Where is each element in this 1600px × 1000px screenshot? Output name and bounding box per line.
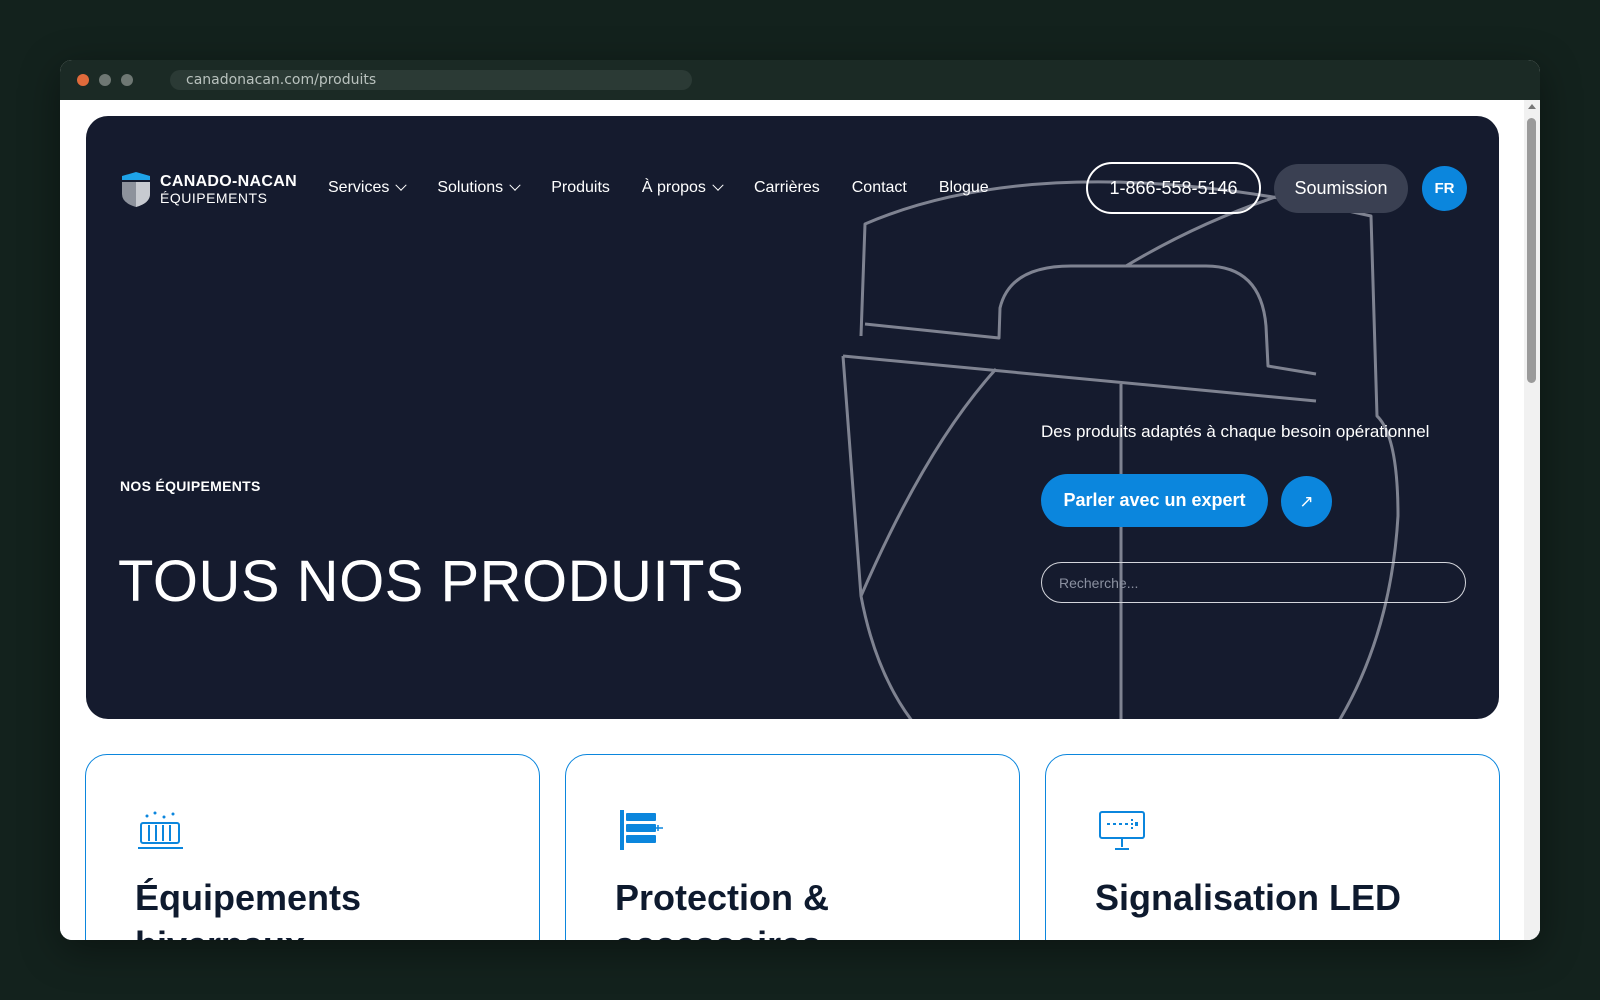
- talk-to-expert-button[interactable]: Parler avec un expert: [1041, 474, 1268, 527]
- page-scrollbar[interactable]: [1524, 100, 1540, 940]
- minimize-window-button[interactable]: [99, 74, 111, 86]
- nav-item-blogue[interactable]: Blogue: [939, 179, 989, 197]
- logo-name: CANADO-NACAN: [160, 173, 297, 190]
- nav-item-label: À propos: [641, 179, 706, 196]
- nav-item-solutions[interactable]: Solutions: [437, 179, 521, 197]
- nav-item-label: Services: [328, 179, 390, 196]
- product-category-card[interactable]: Protection & accessoires: [565, 754, 1020, 940]
- nav-item-label: Produits: [551, 179, 610, 196]
- search-input[interactable]: [1041, 562, 1466, 603]
- browser-titlebar: canadonacan.com/produits: [60, 60, 1540, 100]
- chevron-down-icon: [712, 179, 724, 191]
- scroll-up-icon[interactable]: [1528, 104, 1536, 109]
- nav-item-contact[interactable]: Contact: [852, 179, 907, 197]
- chevron-down-icon: [509, 179, 521, 191]
- snow-plow-icon: [138, 811, 183, 849]
- nav-item-services[interactable]: Services: [328, 179, 408, 197]
- nav-item-label: Carrières: [753, 179, 820, 196]
- barrier-icon: [620, 810, 663, 850]
- product-category-card[interactable]: Signalisation LED: [1045, 754, 1500, 940]
- page-title: TOUS NOS PRODUITS: [118, 549, 745, 614]
- led-sign-icon: [1099, 811, 1145, 850]
- nav-item-a-propos[interactable]: À propos: [641, 179, 724, 197]
- main-nav: Services Solutions Produits À propos Car…: [328, 176, 1021, 200]
- browser-window: canadonacan.com/produits CANADO-NACAN ÉQ…: [60, 60, 1540, 940]
- close-window-button[interactable]: [77, 74, 89, 86]
- nav-item-label: Contact: [851, 179, 907, 196]
- scrollbar-thumb[interactable]: [1527, 118, 1536, 383]
- arrow-up-right-icon[interactable]: ↗: [1281, 476, 1332, 527]
- nav-item-carrieres[interactable]: Carrières: [754, 179, 820, 197]
- shield-logo-icon: [122, 172, 150, 207]
- chevron-down-icon: [395, 179, 408, 191]
- language-button[interactable]: FR: [1422, 166, 1467, 211]
- nav-item-label: Solutions: [437, 179, 504, 196]
- product-category-card[interactable]: Équipements hivernaux: [85, 754, 540, 940]
- nav-item-label: Blogue: [938, 179, 989, 196]
- hero-tagline: Des produits adaptés à chaque besoin opé…: [1041, 422, 1430, 441]
- maximize-window-button[interactable]: [121, 74, 133, 86]
- site-logo[interactable]: CANADO-NACAN ÉQUIPEMENTS: [120, 170, 300, 208]
- hero-eyebrow: NOS ÉQUIPEMENTS: [120, 478, 261, 494]
- nav-item-produits[interactable]: Produits: [551, 179, 610, 197]
- quote-button[interactable]: Soumission: [1274, 164, 1408, 213]
- card-title: Signalisation LED: [1095, 877, 1402, 918]
- address-bar[interactable]: canadonacan.com/produits: [170, 70, 692, 90]
- phone-button[interactable]: 1-866-558-5146: [1086, 162, 1261, 214]
- hero-section: CANADO-NACAN ÉQUIPEMENTS Services Soluti…: [86, 116, 1499, 719]
- logo-subtitle: ÉQUIPEMENTS: [160, 190, 268, 206]
- page-viewport: CANADO-NACAN ÉQUIPEMENTS Services Soluti…: [60, 100, 1540, 940]
- card-title: Équipements hivernaux: [135, 877, 362, 940]
- card-title: Protection & accessoires: [615, 877, 830, 940]
